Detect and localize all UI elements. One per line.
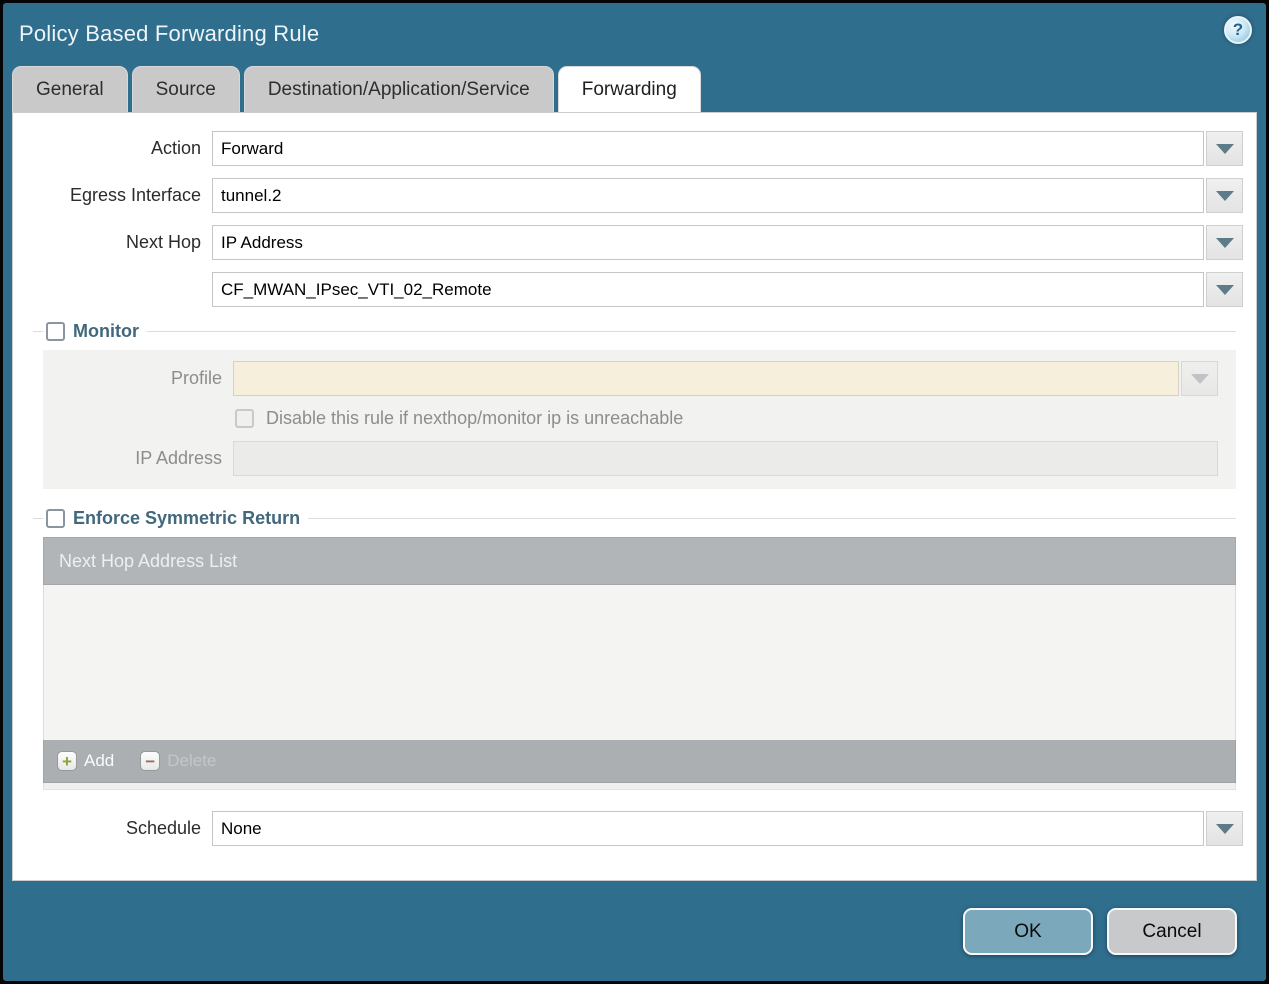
delete-button-label: Delete bbox=[167, 751, 217, 770]
profile-input[interactable] bbox=[233, 361, 1179, 396]
schedule-input[interactable] bbox=[212, 811, 1204, 846]
title-bar: Policy Based Forwarding Rule ? bbox=[3, 3, 1266, 65]
add-button[interactable]: + Add bbox=[57, 751, 114, 771]
enforce-symmetric-return-header: Enforce Symmetric Return bbox=[33, 508, 1236, 529]
table-body-empty[interactable] bbox=[43, 585, 1236, 740]
monitor-section-header: Monitor bbox=[33, 321, 1236, 342]
schedule-label: Schedule bbox=[125, 818, 201, 838]
chevron-down-icon bbox=[1190, 373, 1209, 384]
disable-rule-row: Disable this rule if nexthop/monitor ip … bbox=[235, 408, 1226, 429]
monitor-ip-address-label: IP Address bbox=[135, 448, 222, 468]
help-glyph: ? bbox=[1232, 20, 1244, 39]
dialog-title: Policy Based Forwarding Rule bbox=[19, 21, 320, 46]
profile-label: Profile bbox=[170, 368, 222, 388]
monitor-panel: Profile Disable this rule if nexthop/mon… bbox=[43, 350, 1236, 489]
next-hop-address-list-table: Next Hop Address List + Add − Delete bbox=[43, 537, 1236, 790]
action-label: Action bbox=[150, 138, 201, 158]
next-hop-address-dropdown-button[interactable] bbox=[1206, 272, 1243, 307]
monitor-ip-address-row: IP Address bbox=[43, 441, 1226, 476]
egress-interface-label: Egress Interface bbox=[69, 185, 201, 205]
table-toolbar: + Add − Delete bbox=[43, 740, 1236, 783]
next-hop-row: Next Hop bbox=[13, 225, 1256, 260]
tab-general[interactable]: General bbox=[12, 66, 128, 112]
policy-based-forwarding-dialog: Policy Based Forwarding Rule ? General S… bbox=[0, 0, 1269, 984]
next-hop-label: Next Hop bbox=[125, 232, 201, 252]
profile-row: Profile bbox=[43, 361, 1226, 396]
divider bbox=[146, 331, 1236, 332]
profile-dropdown-button bbox=[1181, 361, 1218, 396]
monitor-ip-address-input bbox=[233, 441, 1218, 476]
divider bbox=[33, 331, 43, 332]
cancel-button[interactable]: Cancel bbox=[1107, 908, 1237, 955]
disable-rule-checkbox bbox=[235, 409, 254, 428]
egress-interface-dropdown-button[interactable] bbox=[1206, 178, 1243, 213]
enforce-symmetric-return-title: Enforce Symmetric Return bbox=[73, 508, 301, 528]
plus-icon: + bbox=[57, 751, 77, 771]
next-hop-type-input[interactable] bbox=[212, 225, 1204, 260]
minus-icon: − bbox=[140, 751, 161, 771]
tab-forwarding[interactable]: Forwarding bbox=[557, 66, 701, 112]
table-header-label: Next Hop Address List bbox=[59, 550, 238, 571]
monitor-section-title: Monitor bbox=[73, 321, 139, 341]
table-header: Next Hop Address List bbox=[43, 537, 1236, 585]
monitor-checkbox[interactable] bbox=[46, 322, 65, 341]
next-hop-dropdown-button[interactable] bbox=[1206, 225, 1243, 260]
tab-destination-application-service[interactable]: Destination/Application/Service bbox=[243, 66, 554, 112]
tab-bar: General Source Destination/Application/S… bbox=[3, 65, 1266, 112]
next-hop-address-input[interactable] bbox=[212, 272, 1204, 307]
chevron-down-icon bbox=[1215, 284, 1234, 295]
help-icon[interactable]: ? bbox=[1224, 16, 1252, 44]
action-input[interactable] bbox=[212, 131, 1204, 166]
chevron-down-icon bbox=[1215, 823, 1234, 834]
schedule-dropdown-button[interactable] bbox=[1206, 811, 1243, 846]
add-button-label: Add bbox=[84, 751, 115, 770]
ok-button[interactable]: OK bbox=[963, 908, 1093, 955]
action-row: Action bbox=[13, 131, 1256, 166]
divider bbox=[33, 518, 43, 519]
tab-source[interactable]: Source bbox=[131, 66, 240, 112]
schedule-row: Schedule bbox=[13, 811, 1256, 846]
egress-interface-row: Egress Interface bbox=[13, 178, 1256, 213]
egress-interface-input[interactable] bbox=[212, 178, 1204, 213]
delete-button: − Delete bbox=[140, 751, 216, 771]
tab-content-forwarding: Action Egress Interface Next Hop bbox=[12, 112, 1257, 881]
chevron-down-icon bbox=[1215, 237, 1234, 248]
divider bbox=[308, 518, 1236, 519]
dialog-footer: OK Cancel bbox=[3, 881, 1266, 955]
chevron-down-icon bbox=[1215, 190, 1234, 201]
action-dropdown-button[interactable] bbox=[1206, 131, 1243, 166]
chevron-down-icon bbox=[1215, 143, 1234, 154]
next-hop-address-row bbox=[13, 272, 1256, 307]
horizontal-scrollbar[interactable] bbox=[43, 783, 1236, 790]
enforce-symmetric-return-checkbox[interactable] bbox=[46, 509, 65, 528]
disable-rule-label: Disable this rule if nexthop/monitor ip … bbox=[266, 408, 684, 428]
